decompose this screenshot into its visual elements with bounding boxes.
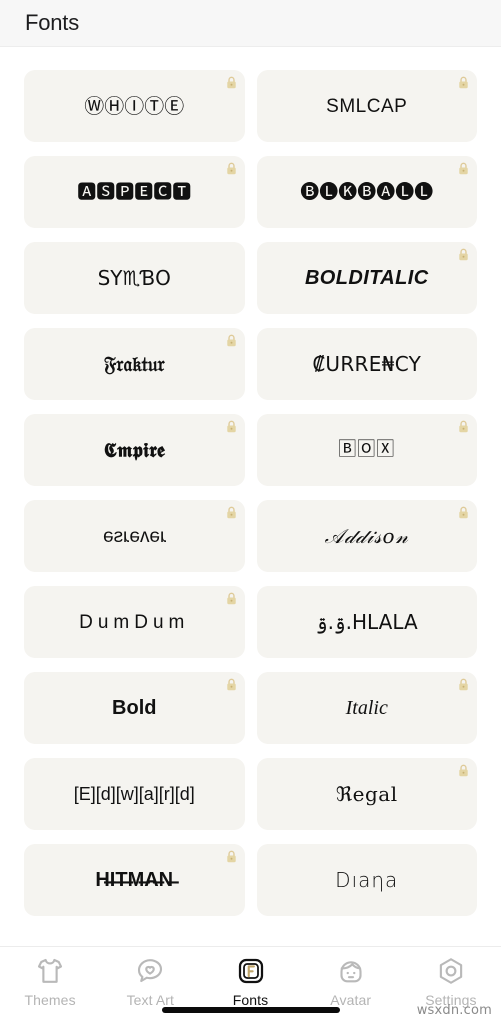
font-card-bolditalic[interactable]: BOLDITALIC: [256, 242, 477, 314]
font-card-dumdum[interactable]: DumDum: [24, 586, 245, 658]
font-sample-text: BOLDITALIC: [304, 267, 429, 289]
lock-icon: [226, 162, 237, 175]
lock-icon: [458, 420, 469, 433]
lock-icon: [458, 162, 469, 175]
font-card-fraktur[interactable]: 𝔉𝔯𝔞𝔨𝔱𝔲𝔯: [24, 328, 245, 400]
font-sample-text: 𝒜𝒹𝒹𝒾𝓈𝑜𝓃: [324, 524, 409, 548]
tab-fonts[interactable]: Fonts: [200, 956, 300, 1008]
tab-themes[interactable]: Themes: [0, 956, 100, 1008]
font-sample-text: [E][d][w][a][r][d]: [73, 784, 195, 804]
tab-label-avatar: Avatar: [330, 992, 372, 1008]
font-sample-text: Italic: [345, 697, 388, 719]
font-card-edward[interactable]: [E][d][w][a][r][d]: [24, 758, 245, 830]
font-sample-text: ⓌⒽⒾⓉⒺ: [84, 94, 185, 118]
lock-icon: [458, 76, 469, 89]
font-card-addison[interactable]: 𝒜𝒹𝒹𝒾𝓈𝑜𝓃: [256, 500, 477, 572]
lock-icon: [458, 678, 469, 691]
tab-avatar[interactable]: Avatar: [301, 956, 401, 1008]
font-sample-text: ₡URRE₦CY: [312, 352, 422, 376]
font-card-hitman[interactable]: H̶I̶T̶M̶A̶N̶: [24, 844, 245, 916]
speech-heart-icon: [135, 956, 165, 986]
fonts-grid: ⓌⒽⒾⓉⒺ SMLCAP 🅰🆂🅿🅴🅲🆃 🅑🅛🅚🅑🅐🅛🅛 SY♏ƁO BOLDITALIC 𝔉…: [24, 70, 477, 916]
font-sample-text: DumDum: [79, 611, 190, 633]
hex-gear-icon: [436, 956, 466, 986]
font-sample-text: 𝔉𝔯𝔞𝔨𝔱𝔲𝔯: [103, 352, 165, 376]
font-f-icon: [236, 956, 266, 986]
lock-icon: [226, 678, 237, 691]
lock-icon: [458, 506, 469, 519]
font-sample-text: 𝕮𝖒𝖕𝖎𝖗𝖊: [103, 438, 165, 462]
lock-icon: [226, 592, 237, 605]
tab-textart[interactable]: Text Art: [100, 956, 200, 1008]
lock-icon: [226, 76, 237, 89]
font-sample-text: 🅑🅛🅚🅑🅐🅛🅛: [300, 180, 434, 203]
font-card-italic[interactable]: Italic: [256, 672, 477, 744]
font-sample-text: ۊ.ۊ.HLALA: [315, 610, 418, 634]
fonts-screen: Fonts ⓌⒽⒾⓉⒺ SMLCAP 🅰🆂🅿🅴🅲🆃 🅑🅛🅚🅑🅐🅛🅛 SY♏ƁO BOLDI…: [0, 0, 501, 1024]
tab-label-themes: Themes: [24, 992, 76, 1008]
font-card-empire[interactable]: 𝕮𝖒𝖕𝖎𝖗𝖊: [24, 414, 245, 486]
font-sample-text: ɹǝʌǝɹsǝ: [102, 525, 166, 547]
font-card-diana[interactable]: Dıaηa: [256, 844, 477, 916]
tab-label-textart: Text Art: [126, 992, 175, 1008]
font-card-box[interactable]: 🄱🄾🅇: [256, 414, 477, 486]
tab-label-fonts: Fonts: [232, 992, 269, 1008]
lock-icon: [226, 420, 237, 433]
font-card-smlcap[interactable]: SMLCAP: [256, 70, 477, 142]
lock-icon: [226, 334, 237, 347]
lock-icon: [226, 506, 237, 519]
font-card-hlala[interactable]: ۊ.ۊ.HLALA: [256, 586, 477, 658]
tshirt-icon: [35, 956, 65, 986]
font-card-symbo[interactable]: SY♏ƁO: [24, 242, 245, 314]
fonts-scroll-area[interactable]: ⓌⒽⒾⓉⒺ SMLCAP 🅰🆂🅿🅴🅲🆃 🅑🅛🅚🅑🅐🅛🅛 SY♏ƁO BOLDITALIC 𝔉…: [0, 47, 501, 946]
lock-icon: [458, 248, 469, 261]
font-card-white[interactable]: ⓌⒽⒾⓉⒺ: [24, 70, 245, 142]
page-title: Fonts: [25, 10, 80, 35]
font-sample-text: Bold: [112, 697, 157, 719]
face-icon: [336, 956, 366, 986]
font-sample-text: ℜegal: [335, 782, 398, 806]
tab-settings[interactable]: Settings: [401, 956, 501, 1008]
lock-icon: [226, 850, 237, 863]
font-sample-text: SMLCAP: [326, 95, 408, 117]
font-sample-text: 🄱🄾🅇: [338, 439, 396, 460]
home-indicator: [161, 1007, 340, 1013]
font-card-bold[interactable]: Bold: [24, 672, 245, 744]
lock-icon: [458, 764, 469, 777]
font-sample-text: H̶I̶T̶M̶A̶N̶: [95, 869, 174, 891]
app-header: Fonts: [0, 0, 501, 47]
watermark: wsxdn.com: [416, 1003, 492, 1018]
font-sample-text: SY♏ƁO: [97, 266, 171, 290]
font-card-regal[interactable]: ℜegal: [256, 758, 477, 830]
font-sample-text: 🅰🆂🅿🅴🅲🆃: [77, 180, 192, 203]
font-sample-text: Dıaηa: [335, 868, 399, 892]
font-card-reverse[interactable]: ɹǝʌǝɹsǝ: [24, 500, 245, 572]
font-card-aspect[interactable]: 🅰🆂🅿🅴🅲🆃: [24, 156, 245, 228]
font-card-blkball[interactable]: 🅑🅛🅚🅑🅐🅛🅛: [256, 156, 477, 228]
font-card-currency[interactable]: ₡URRE₦CY: [256, 328, 477, 400]
